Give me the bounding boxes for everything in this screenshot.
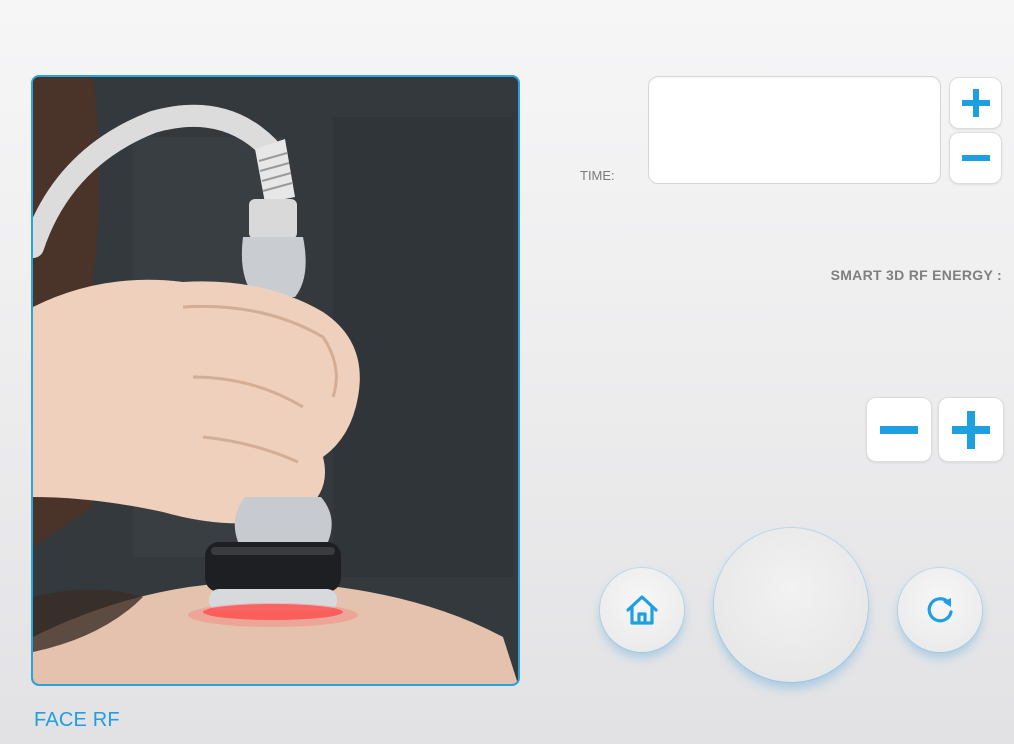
energy-increase-button[interactable] <box>938 397 1004 462</box>
time-label: TIME: <box>580 168 615 183</box>
treatment-caption: FACE RF <box>34 709 120 731</box>
plus-icon <box>961 89 990 117</box>
time-decrease-button[interactable] <box>949 132 1002 184</box>
energy-label: SMART 3D RF ENERGY : <box>830 267 1002 283</box>
time-increase-button[interactable] <box>949 77 1002 129</box>
minus-icon <box>961 155 990 161</box>
refresh-icon <box>927 597 953 623</box>
energy-decrease-button[interactable] <box>866 397 932 462</box>
time-display-field[interactable] <box>648 76 941 184</box>
reset-button[interactable] <box>898 568 982 652</box>
minus-icon <box>880 425 918 434</box>
start-button[interactable] <box>714 528 868 682</box>
rf-handpiece-photo <box>33 77 518 684</box>
home-icon <box>626 595 658 625</box>
treatment-image <box>31 75 520 686</box>
plus-icon <box>952 410 990 449</box>
home-button[interactable] <box>600 568 684 652</box>
